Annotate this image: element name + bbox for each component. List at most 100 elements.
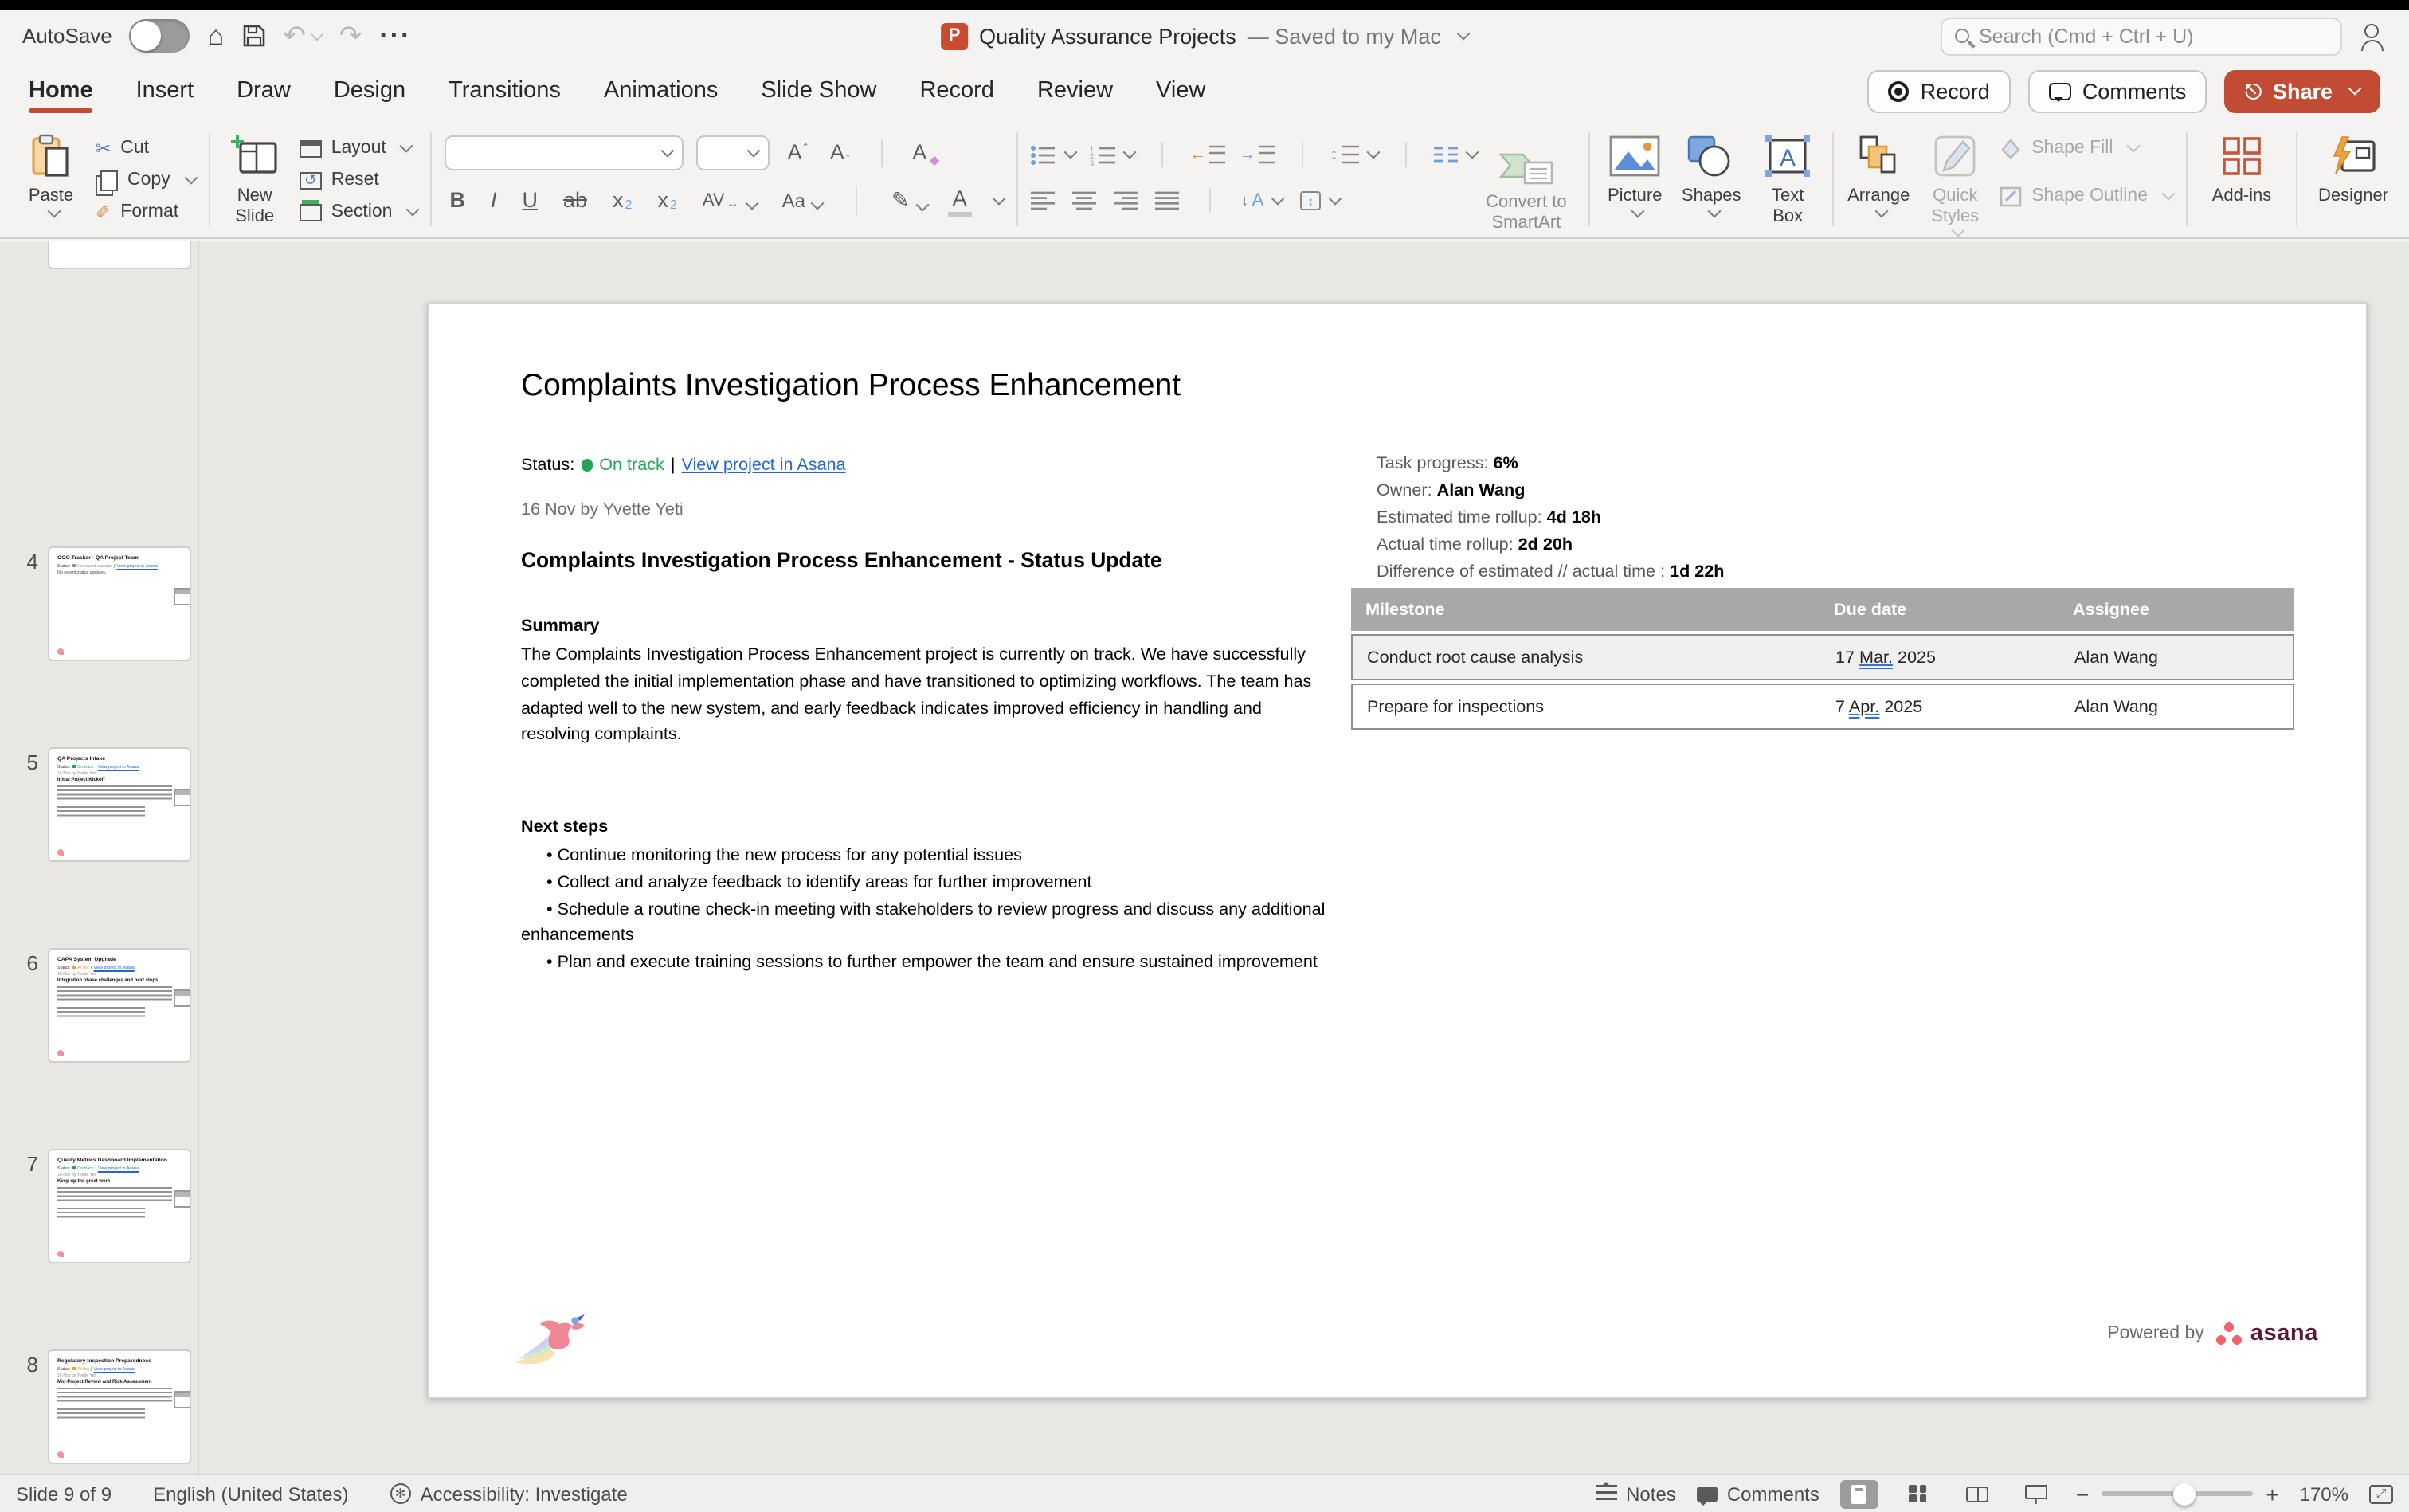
accessibility-status[interactable]: ✻ Accessibility: Investigate [390,1483,628,1505]
decrease-indent-button[interactable]: ← [1190,145,1225,164]
columns-button[interactable] [1434,145,1477,164]
align-text-button[interactable]: ↕ [1300,191,1340,210]
increase-indent-button[interactable]: → [1240,145,1275,164]
layout-button[interactable]: Layout [300,132,418,164]
share-button[interactable]: ⎋Share [2224,69,2380,112]
change-case-button[interactable]: Aa [778,188,828,213]
align-left-button[interactable] [1031,191,1055,210]
paste-button[interactable]: Paste [19,127,83,227]
title-chevron-icon[interactable] [1456,27,1470,41]
convert-smartart-button[interactable]: Convert to SmartArt [1477,143,1577,233]
copy-button[interactable]: Copy [96,164,196,196]
slide-counter[interactable]: Slide 9 of 9 [16,1483,112,1505]
tab-design[interactable]: Design [334,65,405,116]
share-icon: ⎋ [2245,80,2262,101]
tab-view[interactable]: View [1156,65,1205,116]
thumb-phoenix-logo [57,648,64,655]
thumb-title: QA Projects Intake [57,755,182,762]
meta-line: Owner: Alan Wang [1377,478,1725,505]
reset-button[interactable]: ↺ Reset [300,164,418,196]
account-icon[interactable] [2361,23,2387,49]
slide-canvas[interactable]: Complaints Investigation Process Enhance… [427,303,2368,1399]
align-right-button[interactable] [1114,191,1138,210]
comments-icon [2049,82,2071,100]
tab-slide-show[interactable]: Slide Show [761,65,876,116]
comments-button[interactable]: Comments [2028,69,2207,112]
font-size-select[interactable] [696,135,770,170]
slide-byline: 16 Nov by Yvette Yeti [521,500,684,519]
tab-transitions[interactable]: Transitions [449,65,561,116]
tab-record[interactable]: Record [919,65,994,116]
numbering-button[interactable]: 123 [1090,144,1134,165]
addins-button[interactable]: Add-ins [2200,127,2283,206]
slideshow-button[interactable] [2017,1479,2055,1508]
cut-button[interactable]: ✂Cut [96,132,196,164]
tab-home[interactable]: Home [29,65,93,116]
superscript-button[interactable]: x2 [608,187,637,215]
bold-button[interactable]: B [445,187,470,215]
increase-font-button[interactable]: Aˆ [782,139,812,167]
line-spacing-button[interactable]: ↕ [1330,145,1378,164]
text-direction-button[interactable]: ↓A [1241,191,1283,210]
language-indicator[interactable]: English (United States) [153,1483,348,1505]
section-button[interactable]: Section [300,196,418,228]
thumb-title: Regulatory Inspection Preparedness [57,1357,182,1364]
notes-button[interactable]: Notes [1596,1483,1676,1505]
italic-button[interactable]: I [486,187,502,215]
picture-button[interactable]: Picture [1603,127,1667,227]
arrange-button[interactable]: Arrange [1847,127,1910,227]
tab-review[interactable]: Review [1037,65,1113,116]
thumbnail-slide-8[interactable]: Regulatory Inspection Preparedness Statu… [48,1349,191,1464]
slide-thumbnail-panel[interactable]: 4 OOO Tracker - QA Project Team Status:N… [0,241,199,1474]
reading-view-button[interactable] [1958,1479,1996,1508]
font-color-button[interactable]: A [948,185,972,217]
save-icon[interactable] [241,24,265,48]
more-commands-icon[interactable]: ··· [379,22,411,49]
character-spacing-button[interactable]: AV↔ [698,189,762,213]
shapes-button[interactable]: Shapes [1679,127,1743,227]
zoom-slider-knob[interactable] [2174,1483,2196,1505]
status-bar: Slide 9 of 9 English (United States) ✻ A… [0,1474,2409,1512]
comments-panel-button[interactable]: Comments [1697,1483,1819,1505]
status-dot-icon [581,460,593,472]
thumbnail-slide-6[interactable]: CAPA System Upgrade Status:At risk|View … [48,948,191,1063]
fit-slide-to-window-button[interactable]: ⤢ [2369,1484,2393,1503]
zoom-percentage[interactable]: 170% [2300,1483,2348,1505]
search-input[interactable] [1979,25,2328,47]
document-title-area[interactable]: P Quality Assurance Projects — Saved to … [941,22,1468,49]
thumbnail-slide-7[interactable]: Quality Metrics Dashboard Implementation… [48,1149,191,1263]
designer-button[interactable]: Designer [2310,127,2396,206]
tab-animations[interactable]: Animations [604,65,718,116]
zoom-in-button[interactable]: + [2266,1481,2278,1506]
home-icon[interactable]: ⌂ [208,22,225,49]
highlight-color-button[interactable]: ✎ [887,187,932,215]
normal-view-button[interactable] [1840,1479,1878,1508]
record-button[interactable]: Record [1868,69,2011,112]
tab-draw[interactable]: Draw [237,65,291,116]
slide-sorter-view-button[interactable] [1899,1479,1937,1508]
thumbnail-slide-3-partial[interactable] [48,241,191,269]
tab-insert[interactable]: Insert [136,65,194,116]
asana-project-link[interactable]: View project in Asana [681,456,845,475]
autosave-toggle[interactable] [130,19,190,53]
decrease-font-button[interactable]: Aˇ [825,139,855,167]
justify-button[interactable] [1155,191,1179,210]
new-slide-button[interactable]: New Slide [223,127,287,227]
arrange-icon [1858,131,1899,182]
format-painter-button[interactable]: ✐Format [96,196,196,228]
bullets-button[interactable] [1031,144,1075,165]
strikethrough-button[interactable]: ab [558,187,592,215]
underline-button[interactable]: U [517,187,543,215]
slide-title[interactable]: Complaints Investigation Process Enhance… [521,368,1181,405]
search-box[interactable] [1941,17,2342,55]
clear-formatting-button[interactable]: A [907,139,931,167]
zoom-slider[interactable] [2102,1491,2253,1497]
text-box-button[interactable]: A Text Box [1756,127,1819,227]
thumbnail-slide-4[interactable]: OOO Tracker - QA Project Team Status:No … [48,546,191,661]
align-center-button[interactable] [1072,191,1096,210]
subscript-button[interactable]: x2 [652,187,681,215]
zoom-out-button[interactable]: − [2076,1481,2089,1506]
thumbnail-slide-5[interactable]: QA Projects Intake Status:On track|View … [48,747,191,862]
font-name-select[interactable] [445,135,684,170]
thumb-table [174,789,191,806]
